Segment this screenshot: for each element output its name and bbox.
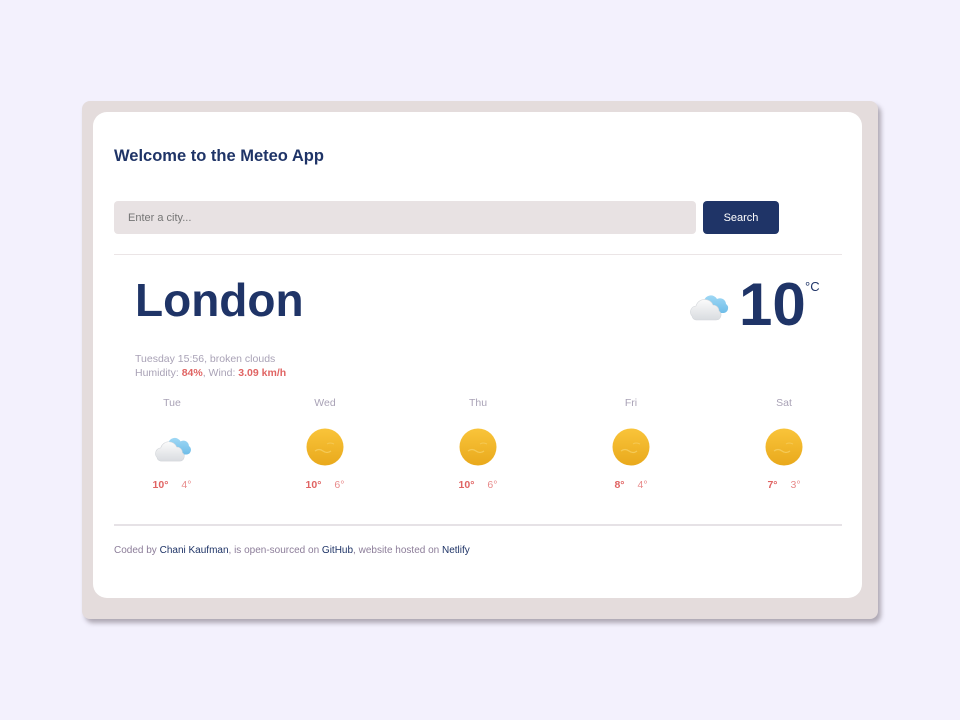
forecast-max-temp: 7° xyxy=(767,479,778,491)
forecast-day-name: Sat xyxy=(776,397,792,409)
author-link[interactable]: Chani Kaufman xyxy=(160,545,229,556)
github-link[interactable]: GitHub xyxy=(322,545,353,556)
current-temperature: 10 xyxy=(739,271,806,338)
divider xyxy=(114,524,842,526)
forecast-day: Sat 7° 3° xyxy=(744,397,824,491)
footer-text: , is open-sourced on xyxy=(228,545,322,556)
weather-card: Welcome to the Meteo App Search London 1… xyxy=(93,112,862,598)
humidity-wind-line: Humidity: 84%, Wind: 3.09 km/h xyxy=(135,366,286,380)
wind-label: , Wind: xyxy=(202,367,239,379)
forecast-max-temp: 10° xyxy=(305,479,322,491)
forecast-min-temp: 3° xyxy=(790,479,801,491)
search-button[interactable]: Search xyxy=(703,201,779,234)
forecast-day: Thu 10° 6° xyxy=(438,397,518,491)
divider xyxy=(114,254,842,255)
cloud-icon xyxy=(152,431,192,463)
forecast-max-temp: 10° xyxy=(152,479,169,491)
broken-clouds-icon xyxy=(687,288,729,322)
forecast-day-name: Tue xyxy=(163,397,181,409)
sun-icon xyxy=(458,427,498,467)
forecast-day-name: Wed xyxy=(314,397,336,409)
sun-icon xyxy=(611,427,651,467)
forecast-max-temp: 10° xyxy=(458,479,475,491)
weather-details: Tuesday 15:56, broken clouds Humidity: 8… xyxy=(135,352,286,380)
page-title: Welcome to the Meteo App xyxy=(114,147,324,165)
forecast-day-name: Fri xyxy=(624,397,638,409)
city-search-input[interactable] xyxy=(114,201,696,234)
wind-value: 3.09 km/h xyxy=(238,367,287,379)
forecast-day: Wed 10° 6° xyxy=(285,397,365,491)
date-description: Tuesday 15:56, broken clouds xyxy=(135,353,276,365)
forecast-min-temp: 6° xyxy=(487,479,498,491)
sun-icon xyxy=(764,427,804,467)
city-name: London xyxy=(135,274,304,326)
forecast-min-temp: 4° xyxy=(637,479,648,491)
forecast-min-temp: 6° xyxy=(334,479,345,491)
forecast-min-temp: 4° xyxy=(181,479,192,491)
humidity-label: Humidity: xyxy=(135,367,182,379)
forecast-day-name: Thu xyxy=(468,397,488,409)
footer-text: Coded by xyxy=(114,545,160,556)
app-frame: Welcome to the Meteo App Search London 1… xyxy=(82,101,878,619)
humidity-value: 84% xyxy=(181,367,203,379)
temperature-unit: °C xyxy=(805,279,820,294)
footer-text: , website hosted on xyxy=(353,545,442,556)
sun-icon xyxy=(305,427,345,467)
forecast-day: Fri 8° 4° xyxy=(591,397,671,491)
footer: Coded by Chani Kaufman, is open-sourced … xyxy=(114,545,470,556)
netlify-link[interactable]: Netlify xyxy=(442,545,470,556)
forecast-max-temp: 8° xyxy=(614,479,625,491)
forecast-day: Tue 10° 4° xyxy=(132,397,212,491)
